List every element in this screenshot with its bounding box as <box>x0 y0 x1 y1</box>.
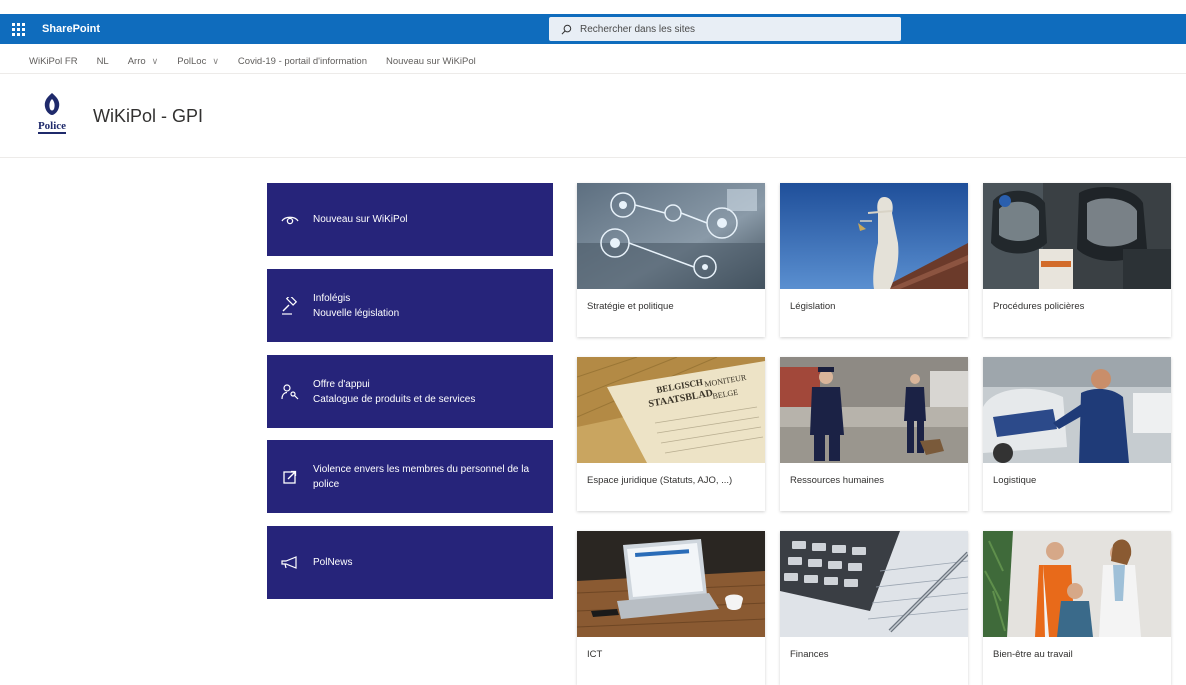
tile-image-finances <box>780 531 968 637</box>
quick-link-label: PolNews <box>313 557 353 568</box>
tile-label: Législation <box>790 301 836 312</box>
chevron-down-icon: ∨ <box>151 56 159 66</box>
tile-image-ressources-humaines <box>780 357 968 463</box>
tile-image-bien-etre <box>983 531 1171 637</box>
search-icon <box>561 24 572 34</box>
person-key-icon <box>279 381 301 403</box>
hub-nav-item-wikipol-fr[interactable]: WiKiPol FR <box>29 56 78 67</box>
hub-nav-item-nl[interactable]: NL <box>97 56 109 67</box>
tile-strategie[interactable]: Stratégie et politique <box>577 183 765 337</box>
site-logo[interactable]: Police <box>30 92 74 144</box>
search-placeholder: Rechercher dans les sites <box>580 23 696 35</box>
chevron-down-icon: ∨ <box>212 56 219 66</box>
tile-espace-juridique[interactable]: BELGISCH STAATSBLAD MONITEUR BELGE Espac… <box>577 357 765 511</box>
quick-link-violence[interactable]: Violence envers les membres du personnel… <box>267 440 553 513</box>
tile-label: Finances <box>790 649 829 660</box>
waffle-icon <box>11 22 25 36</box>
tile-image-logistique <box>983 357 1171 463</box>
quick-link-nouveau[interactable]: Nouveau sur WiKiPol <box>267 183 553 256</box>
hub-nav-item-nouveau[interactable]: Nouveau sur WiKiPol <box>386 56 476 67</box>
app-launcher-button[interactable] <box>0 14 36 44</box>
quick-link-infolegis[interactable]: Infolégis Nouvelle législation <box>267 269 553 342</box>
hub-navigation: WiKiPol FR NL Arro ∨ PolLoc ∨ Covid-19 - p… <box>0 50 1186 74</box>
hub-nav-item-polloc[interactable]: PolLoc ∨ <box>177 56 219 67</box>
quick-link-offre-appui[interactable]: Offre d'appui Catalogue de produits et d… <box>267 355 553 428</box>
tile-finances[interactable]: Finances <box>780 531 968 685</box>
hub-nav-label: WiKiPol FR <box>29 56 78 67</box>
tile-label: Ressources humaines <box>790 475 884 486</box>
app-name-link[interactable]: SharePoint <box>42 23 100 35</box>
tile-label: Espace juridique (Statuts, AJO, ...) <box>587 475 733 486</box>
logo-text: Police <box>37 120 67 134</box>
tile-label: Logistique <box>993 475 1037 486</box>
tile-label: Procédures policières <box>993 301 1085 312</box>
tile-procedures[interactable]: Procédures policières <box>983 183 1171 337</box>
tile-legislation[interactable]: Législation <box>780 183 968 337</box>
hub-nav-label: PolLoc <box>177 56 207 67</box>
eye-icon <box>279 209 301 231</box>
quick-link-label: Offre d'appui Catalogue de produits et d… <box>313 378 476 405</box>
quick-link-label: Violence envers les membres du personnel… <box>313 463 530 490</box>
tile-label: Stratégie et politique <box>587 301 674 312</box>
quick-link-polnews[interactable]: PolNews <box>267 526 553 599</box>
gavel-icon <box>279 295 301 317</box>
tile-image-legislation <box>780 183 968 289</box>
site-header: Police WiKiPol - GPI <box>0 74 1186 158</box>
tile-ressources-humaines[interactable]: Ressources humaines <box>780 357 968 511</box>
tile-bien-etre[interactable]: Bien-être au travail <box>983 531 1171 685</box>
tile-label: Bien-être au travail <box>993 649 1073 660</box>
tile-image-ict <box>577 531 765 637</box>
tile-image-espace-juridique: BELGISCH STAATSBLAD MONITEUR BELGE <box>577 357 765 463</box>
suite-bar: SharePoint Rechercher dans les sites <box>0 14 1186 44</box>
megaphone-icon <box>279 552 301 574</box>
quick-link-label: Nouveau sur WiKiPol <box>313 214 408 225</box>
search-box[interactable]: Rechercher dans les sites <box>549 17 901 41</box>
hub-nav-label: NL <box>96 56 109 67</box>
police-flame-icon <box>44 93 60 115</box>
hub-nav-label: Nouveau sur WiKiPol <box>386 56 476 67</box>
tile-label: ICT <box>587 649 603 660</box>
tile-image-strategie <box>577 183 765 289</box>
open-external-icon <box>279 466 301 488</box>
hub-nav-label: Arro <box>127 56 146 67</box>
hub-nav-item-arro[interactable]: Arro ∨ <box>128 56 159 67</box>
tile-logistique[interactable]: Logistique <box>983 357 1171 511</box>
site-title[interactable]: WiKiPol - GPI <box>93 106 203 127</box>
quick-link-label: Infolégis Nouvelle législation <box>313 292 400 319</box>
tile-image-procedures <box>983 183 1171 289</box>
tile-ict[interactable]: ICT <box>577 531 765 685</box>
hub-nav-label: Covid-19 - portail d'information <box>237 56 367 67</box>
hub-nav-item-covid[interactable]: Covid-19 - portail d'information <box>238 56 367 67</box>
